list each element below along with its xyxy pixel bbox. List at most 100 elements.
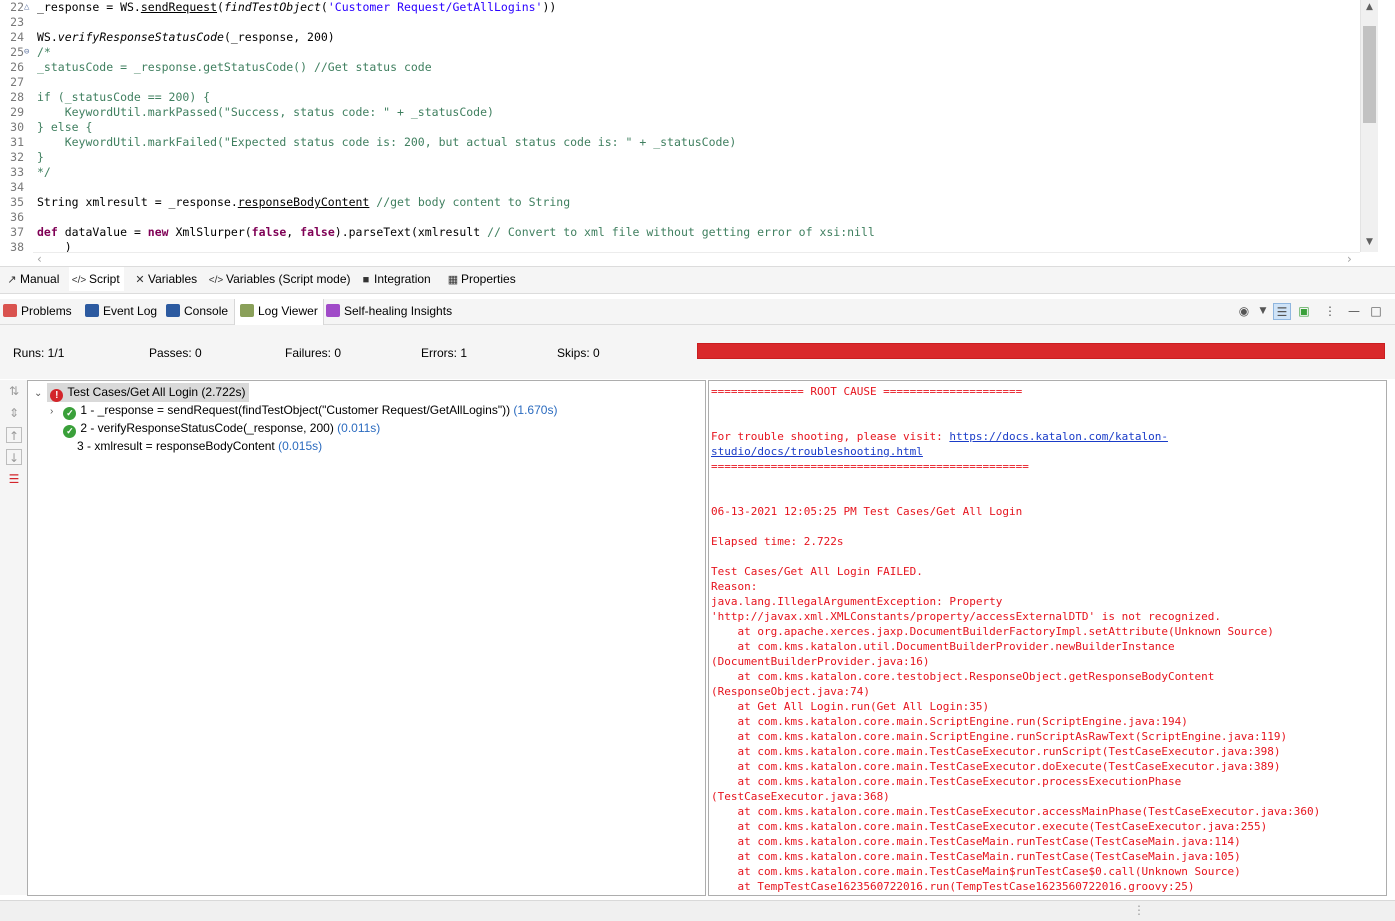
log-line: at com.kms.katalon.core.main.TestCaseExe… xyxy=(711,775,1182,788)
tree-view-icon[interactable]: ☰ xyxy=(1273,303,1291,320)
log-line: at com.kms.katalon.core.main.ScriptEngin… xyxy=(711,715,1188,728)
code-line[interactable]: 38 ) xyxy=(0,240,1358,252)
next-failure-icon[interactable]: ↓ xyxy=(6,449,22,465)
tab-script[interactable]: </> Script xyxy=(69,267,124,291)
tab-label: Log Viewer xyxy=(258,304,318,318)
tab-problems[interactable]: Problems xyxy=(3,299,72,324)
tree-step-1[interactable]: › ✓ 1 - _response = sendRequest(findTestO… xyxy=(50,401,557,420)
log-line: Reason: xyxy=(711,580,758,593)
line-number: 35 xyxy=(10,195,24,209)
tab-label: Event Log xyxy=(103,304,158,318)
scroll-right-icon[interactable]: › xyxy=(1347,253,1352,265)
log-line: at com.kms.katalon.core.main.TestCaseExe… xyxy=(711,745,1281,758)
scroll-left-icon[interactable]: ‹ xyxy=(37,253,42,265)
code-line[interactable]: 37 def dataValue = new XmlSlurper(false, … xyxy=(0,225,1358,240)
code-area[interactable]: 22 △ _response = WS.sendRequest(findTestOb… xyxy=(0,0,1360,252)
code-text: KeywordUtil.markPassed("Success, status … xyxy=(37,105,494,119)
code-line[interactable]: 33 */ xyxy=(0,165,1358,180)
code-line[interactable]: 25 ⊖/* xyxy=(0,45,1358,60)
log-line: at TempTestCase1623560722016.run(TempTes… xyxy=(711,880,1195,893)
step-label: 1 - _response = sendRequest(findTestObje… xyxy=(80,403,511,417)
test-log-tree[interactable]: ⌄ ! Test Cases/Get All Login (2.722s) › ✓… xyxy=(27,380,706,896)
line-number: 37 xyxy=(10,225,24,239)
tree-step-3[interactable]: 3 - xmlresult = responseBodyContent (0.0… xyxy=(77,437,322,455)
code-line[interactable]: 34 xyxy=(0,180,1358,195)
code-text: WS.verifyResponseStatusCode(_response, 2… xyxy=(37,30,335,44)
log-line: 06-13-2021 12:05:25 PM Test Cases/Get Al… xyxy=(711,505,1023,518)
show-failures-only-icon[interactable]: ☰ xyxy=(6,471,22,487)
line-number: 32 xyxy=(10,150,24,164)
lock-icon[interactable]: ▣ xyxy=(1295,303,1313,320)
dropdown-icon[interactable]: ▼ xyxy=(1254,303,1272,320)
expand-all-icon[interactable]: ⇕ xyxy=(6,405,22,421)
code-line[interactable]: 27 xyxy=(0,75,1358,90)
code-line[interactable]: 31 KeywordUtil.markFailed("Expected stat… xyxy=(0,135,1358,150)
scrollbar-thumb[interactable] xyxy=(1363,26,1376,123)
script-editor[interactable]: 22 △ _response = WS.sendRequest(findTestOb… xyxy=(0,0,1395,266)
scroll-down-icon[interactable]: ▼ xyxy=(1364,237,1375,248)
chevron-down-icon[interactable]: ⌄ xyxy=(34,385,44,403)
failures-count: Failures: 0 xyxy=(285,346,342,360)
script-icon: </> xyxy=(71,275,87,286)
more-options-icon[interactable]: ⋮ xyxy=(1321,303,1339,320)
code-line[interactable]: 29 KeywordUtil.markPassed("Success, stat… xyxy=(0,105,1358,120)
log-detail-panel[interactable]: ============== ROOT CAUSE ==============… xyxy=(708,380,1387,896)
troubleshooting-link[interactable]: studio/docs/troubleshooting.html xyxy=(711,445,923,458)
log-line: For trouble shooting, please visit: http… xyxy=(711,430,1168,443)
code-line[interactable]: 35 String xmlresult = _response.responseB… xyxy=(0,195,1358,210)
previous-failure-icon[interactable]: ↑ xyxy=(6,427,22,443)
maximize-icon[interactable]: □ xyxy=(1367,303,1385,320)
tab-manual[interactable]: ↗ Manual xyxy=(4,267,59,291)
line-number: 25 xyxy=(10,45,24,59)
tab-event-log[interactable]: Event Log xyxy=(85,299,157,324)
code-line[interactable]: 30} else { xyxy=(0,120,1358,135)
tab-self-healing-insights[interactable]: Self-healing Insights xyxy=(326,299,452,324)
code-line[interactable]: 36 xyxy=(0,210,1358,225)
code-line[interactable]: 32} xyxy=(0,150,1358,165)
log-line: at com.kms.katalon.util.DocumentBuilderP… xyxy=(711,640,1175,653)
log-line: at com.kms.katalon.core.main.TestCaseExe… xyxy=(711,805,1321,818)
code-line[interactable]: 22 △ _response = WS.sendRequest(findTestOb… xyxy=(0,0,1358,15)
troubleshooting-link[interactable]: https://docs.katalon.com/katalon- xyxy=(949,430,1168,443)
tab-log-viewer[interactable]: Log Viewer xyxy=(234,299,324,325)
log-toolbar: ⇅ ⇕ ↑ ↓ ☰ xyxy=(0,380,27,895)
fold-marker-icon[interactable]: ⊖ xyxy=(24,45,34,60)
tab-variables[interactable]: ✕ Variables xyxy=(132,267,197,291)
code-text: if (_statusCode == 200) { xyxy=(37,90,211,104)
code-text: ) xyxy=(37,240,72,252)
log-line: at com.kms.katalon.core.main.ScriptEngin… xyxy=(711,730,1288,743)
log-line: at com.kms.katalon.core.testobject.Respo… xyxy=(711,670,1215,683)
console-icon xyxy=(166,304,180,317)
code-text: _statusCode = _response.getStatusCode() … xyxy=(37,60,432,74)
tab-label: Problems xyxy=(21,304,72,318)
code-line[interactable]: 28 if (_statusCode == 200) { xyxy=(0,90,1358,105)
scroll-up-icon[interactable]: ▲ xyxy=(1364,2,1375,13)
line-number: 27 xyxy=(10,75,24,89)
tab-console[interactable]: Console xyxy=(166,299,228,324)
code-line[interactable]: 26 _statusCode = _response.getStatusCode(… xyxy=(0,60,1358,75)
errors-count: Errors: 1 xyxy=(421,346,468,360)
log-line: ============== ROOT CAUSE ==============… xyxy=(711,385,1023,398)
tab-integration[interactable]: ■ Integration xyxy=(358,267,431,291)
line-number: 24 xyxy=(10,30,24,44)
collapse-all-icon[interactable]: ⇅ xyxy=(6,383,22,399)
code-text: } else { xyxy=(37,120,93,134)
line-number: 33 xyxy=(10,165,24,179)
code-line[interactable]: 23 xyxy=(0,15,1358,30)
tree-root-node[interactable]: ⌄ ! Test Cases/Get All Login (2.722s) xyxy=(34,383,250,403)
eye-icon[interactable]: ◉ xyxy=(1235,303,1253,320)
code-line[interactable]: 24 WS.verifyResponseStatusCode(_response,… xyxy=(0,30,1358,45)
line-number: 22 xyxy=(10,0,24,14)
tab-variables-script-mode[interactable]: </> Variables (Script mode) xyxy=(206,267,351,291)
editor-horizontal-scrollbar[interactable]: ‹ › xyxy=(33,252,1360,266)
tab-properties[interactable]: ▦ Properties xyxy=(445,267,516,291)
editor-vertical-scrollbar[interactable]: ▲ ▼ xyxy=(1360,0,1378,252)
minimize-icon[interactable]: — xyxy=(1345,303,1363,320)
progress-bar xyxy=(697,343,1385,359)
tree-step-2[interactable]: ✓ 2 - verifyResponseStatusCode(_response,… xyxy=(50,419,380,438)
log-line: at com.kms.katalon.core.main.TestCaseMai… xyxy=(711,850,1241,863)
tab-label: Variables xyxy=(148,272,198,286)
code-text: _response = WS.sendRequest(findTestObjec… xyxy=(37,0,557,14)
fold-marker-icon[interactable]: △ xyxy=(24,0,34,15)
code-text: String xmlresult = _response.responseBod… xyxy=(37,195,571,209)
